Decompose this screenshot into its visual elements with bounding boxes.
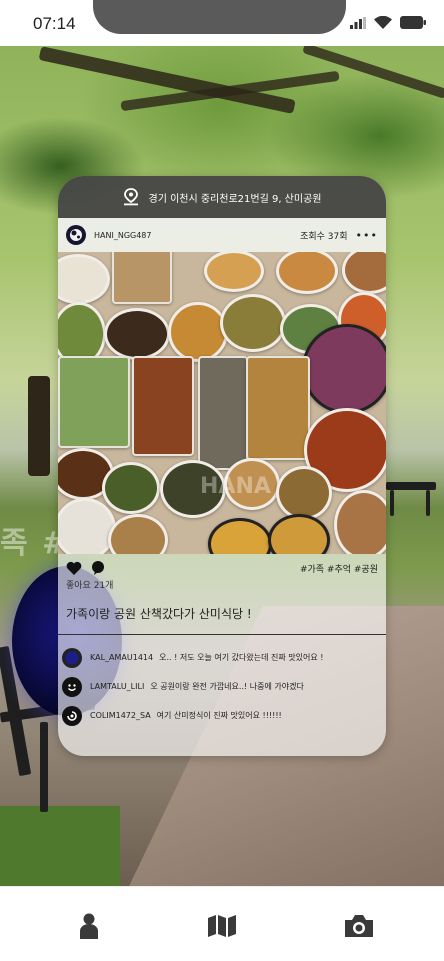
post-username[interactable]: HANI_NGG487 <box>94 231 300 240</box>
user-avatar-icon <box>70 229 82 241</box>
avatar[interactable] <box>62 647 82 668</box>
post-hashtags[interactable]: #가족 #추억 #공원 <box>300 562 378 575</box>
location-text: 경기 이천시 중리천로21번길 9, 산미공원 <box>148 193 322 205</box>
comment-username[interactable]: COLIM1472_SA <box>90 711 151 720</box>
comment-icon[interactable] <box>90 560 106 576</box>
comment-list: KAL_AMAU1414 오.. ! 저도 오늘 여기 갔다왔는데 진짜 맛있어… <box>58 643 386 730</box>
nav-camera-button[interactable] <box>344 911 374 941</box>
location-pin-icon <box>123 188 138 206</box>
comment-text: 오.. ! 저도 오늘 여기 갔다왔는데 진짜 맛있어요 ! <box>159 653 324 662</box>
location-bar[interactable]: 경기 이천시 중리천로21번길 9, 산미공원 <box>58 176 386 218</box>
signal-icon <box>350 16 366 29</box>
nav-profile-button[interactable] <box>74 911 104 941</box>
comment-text: 오 공원이랑 완전 가깝네요..! 나중에 가야겠다 <box>150 682 304 691</box>
comment-text: 여기 산미정식이 진짜 맛있어요 !!!!!! <box>156 711 282 720</box>
photo-watermark: HANA <box>200 474 271 499</box>
wifi-icon <box>374 16 392 29</box>
status-time: 07:14 <box>33 14 76 33</box>
camera-notch <box>93 0 346 34</box>
comment-username[interactable]: KAL_AMAU1414 <box>90 653 153 662</box>
more-options-button[interactable]: ••• <box>356 229 378 242</box>
avatar[interactable] <box>62 676 82 697</box>
status-bar: 07:14 <box>0 0 444 46</box>
heart-icon[interactable] <box>66 561 82 575</box>
divider <box>58 634 386 635</box>
camera-icon <box>345 915 373 937</box>
view-count: 조회수 37회 <box>300 231 348 242</box>
profile-icon <box>80 913 98 939</box>
post-caption: 가족이랑 공원 산책갔다가 산미식당 ! <box>66 607 252 621</box>
nav-map-button[interactable] <box>207 911 237 941</box>
comment-item: KAL_AMAU1414 오.. ! 저도 오늘 여기 갔다왔는데 진짜 맛있어… <box>58 643 386 672</box>
user-avatar-icon <box>65 709 79 722</box>
post-header: HANI_NGG487 조회수 37회 ••• <box>58 218 386 252</box>
post-card[interactable]: 경기 이천시 중리천로21번길 9, 산미공원 HANI_NGG487 조회수 … <box>58 176 386 756</box>
post-photo[interactable]: HANA <box>58 252 386 554</box>
comment-item: LAMTALU_LILI 오 공원이랑 완전 가깝네요..! 나중에 가야겠다 <box>58 672 386 701</box>
like-count: 좋아요 21개 <box>66 581 114 591</box>
map-icon <box>208 915 236 937</box>
system-icons <box>350 16 426 29</box>
comment-username[interactable]: LAMTALU_LILI <box>90 682 144 691</box>
avatar[interactable] <box>66 225 86 245</box>
avatar[interactable] <box>62 705 82 726</box>
user-avatar-icon <box>65 651 79 664</box>
battery-icon <box>400 16 426 29</box>
user-avatar-icon <box>65 680 79 693</box>
bottom-navigation <box>0 886 444 961</box>
comment-item: COLIM1472_SA 여기 산미정식이 진짜 맛있어요 !!!!!! <box>58 701 386 730</box>
